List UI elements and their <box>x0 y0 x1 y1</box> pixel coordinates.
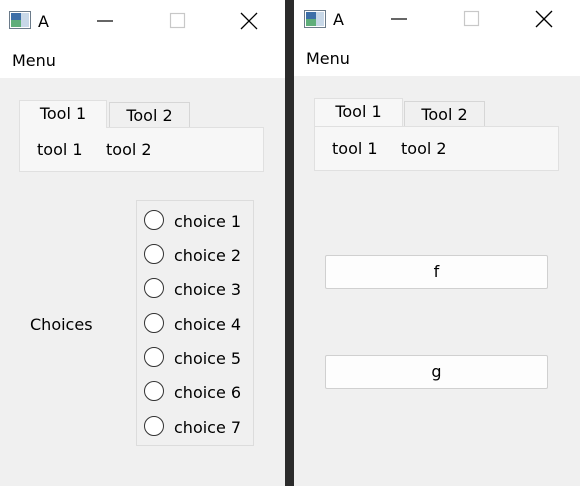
window-title: A <box>38 12 49 31</box>
tab-tool-2[interactable]: Tool 2 <box>109 102 190 129</box>
tool-1-button[interactable]: tool 1 <box>37 140 83 160</box>
window-right: A Menu Tool 1 Tool 2 tool 1 tool 2 <box>294 0 580 486</box>
menu-item-menu[interactable]: Menu <box>306 49 350 69</box>
radio-label: choice 7 <box>174 418 242 437</box>
tab-tool-2[interactable]: Tool 2 <box>404 101 485 128</box>
tab-tool-1[interactable]: Tool 1 <box>19 100 107 128</box>
maximize-button[interactable] <box>449 4 495 34</box>
radio-label: choice 4 <box>174 315 242 334</box>
tab-panel: tool 1 tool 2 <box>314 126 559 171</box>
title-bar: A <box>294 0 580 40</box>
f-button[interactable]: f <box>325 255 548 289</box>
radio-label: choice 3 <box>174 280 242 299</box>
radio-unchecked-icon <box>144 313 164 333</box>
minimize-button[interactable] <box>376 4 422 34</box>
radio-unchecked-icon <box>144 347 164 367</box>
app-icon <box>9 11 31 29</box>
choices-radio-group: choice 1 choice 2 choice 3 choice 4 choi… <box>136 200 254 446</box>
title-bar: A <box>0 0 285 42</box>
menu-bar: Menu <box>294 40 580 76</box>
radio-label: choice 1 <box>174 212 242 231</box>
close-icon <box>240 12 258 30</box>
tool-2-button[interactable]: tool 2 <box>401 139 447 159</box>
close-button[interactable] <box>521 4 567 34</box>
radio-unchecked-icon <box>144 278 164 298</box>
radio-unchecked-icon <box>144 381 164 401</box>
app-icon <box>304 10 326 28</box>
window-title: A <box>333 10 344 29</box>
menu-item-menu[interactable]: Menu <box>12 51 56 71</box>
menu-bar: Menu <box>0 42 285 78</box>
close-button[interactable] <box>226 6 272 36</box>
maximize-button[interactable] <box>155 6 201 36</box>
tool-2-button[interactable]: tool 2 <box>106 140 152 160</box>
radio-label: choice 5 <box>174 349 242 368</box>
tab-panel: tool 1 tool 2 <box>19 127 264 172</box>
close-icon <box>535 10 553 28</box>
radio-unchecked-icon <box>144 416 164 436</box>
radio-unchecked-icon <box>144 244 164 264</box>
tool-1-button[interactable]: tool 1 <box>332 139 378 159</box>
maximize-icon <box>169 12 186 29</box>
radio-label: choice 6 <box>174 383 242 402</box>
radio-unchecked-icon <box>144 210 164 230</box>
choices-label: Choices <box>30 315 93 334</box>
minimize-icon <box>97 20 113 22</box>
window-left: A Menu Tool 1 Tool 2 tool 1 tool 2 Choic… <box>0 0 285 486</box>
minimize-button[interactable] <box>82 6 128 36</box>
minimize-icon <box>391 18 407 20</box>
radio-label: choice 2 <box>174 246 242 265</box>
g-button[interactable]: g <box>325 355 548 389</box>
tab-tool-1[interactable]: Tool 1 <box>314 98 403 126</box>
maximize-icon <box>463 10 480 27</box>
